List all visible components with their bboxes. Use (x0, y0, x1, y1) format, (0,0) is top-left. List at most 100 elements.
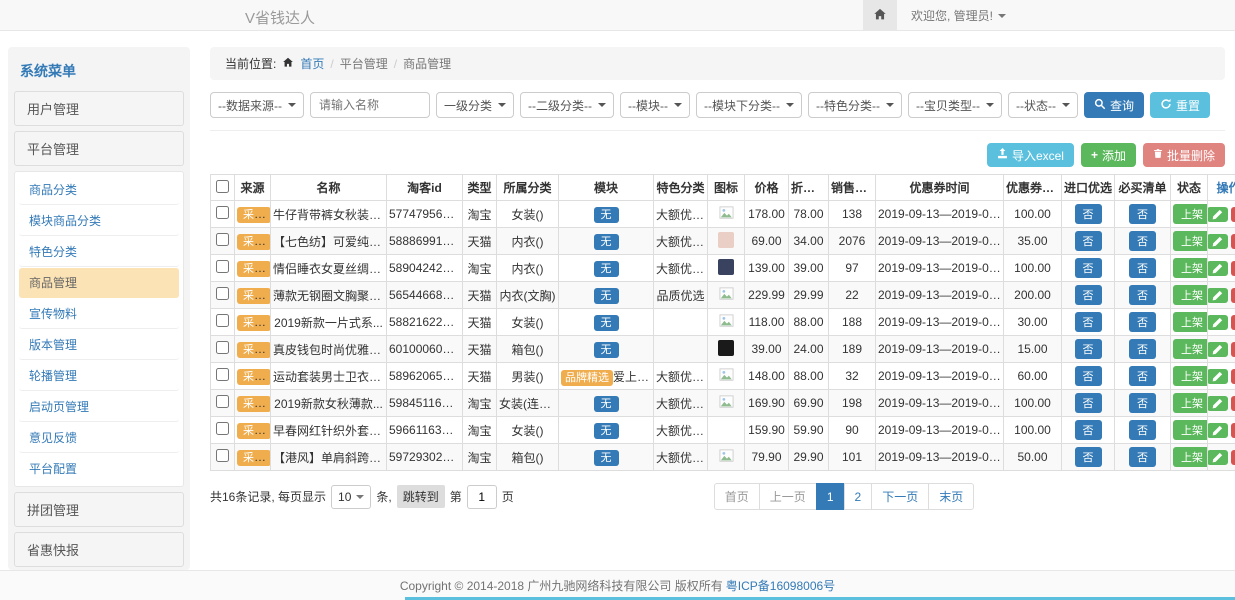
sidebar-item-0[interactable]: 用户管理 (14, 91, 184, 126)
must-buy-toggle[interactable]: 否 (1129, 393, 1156, 413)
row-checkbox[interactable] (216, 395, 229, 408)
sidebar-item-8[interactable]: 轮播管理 (19, 361, 179, 391)
sidebar-item-11[interactable]: 平台配置 (19, 454, 179, 483)
sidebar-item-2[interactable]: 商品分类 (19, 175, 179, 205)
filter-select-6[interactable]: --宝贝类型-- (908, 92, 1002, 118)
sidebar-item-3[interactable]: 模块商品分类 (19, 206, 179, 236)
must-buy-toggle[interactable]: 否 (1129, 312, 1156, 332)
sidebar-item-7[interactable]: 版本管理 (19, 330, 179, 360)
sidebar-item-6[interactable]: 宣传物料 (19, 299, 179, 329)
page-button-1[interactable]: 1 (816, 483, 845, 510)
delete-button[interactable] (1231, 396, 1235, 411)
home-button[interactable] (863, 0, 897, 31)
delete-button[interactable] (1231, 342, 1235, 357)
filter-select-7[interactable]: --状态-- (1008, 92, 1078, 118)
batch-delete-button[interactable]: 批量删除 (1143, 143, 1225, 167)
filter-select-1[interactable]: 一级分类 (436, 92, 514, 118)
must-buy-toggle[interactable]: 否 (1129, 339, 1156, 359)
edit-button[interactable] (1208, 234, 1228, 249)
row-checkbox[interactable] (216, 368, 229, 381)
import-select-toggle[interactable]: 否 (1075, 312, 1102, 332)
row-checkbox[interactable] (216, 233, 229, 246)
import-select-toggle[interactable]: 否 (1075, 339, 1102, 359)
status-button[interactable]: 上架 (1173, 339, 1208, 359)
edit-button[interactable] (1208, 207, 1228, 222)
jump-button[interactable]: 跳转到 (397, 485, 445, 508)
must-buy-toggle[interactable]: 否 (1129, 447, 1156, 467)
reset-button[interactable]: 重置 (1150, 92, 1210, 118)
row-checkbox[interactable] (216, 341, 229, 354)
page-button-末页[interactable]: 末页 (928, 483, 974, 510)
select-all-checkbox[interactable] (216, 180, 229, 193)
edit-button[interactable] (1208, 369, 1228, 384)
name-search-input[interactable] (310, 92, 430, 118)
delete-button[interactable] (1231, 234, 1235, 249)
status-button[interactable]: 上架 (1173, 366, 1208, 386)
sidebar-item-10[interactable]: 意见反馈 (19, 423, 179, 453)
icp-link[interactable]: 粤ICP备16098006号 (726, 577, 835, 594)
row-checkbox[interactable] (216, 206, 229, 219)
per-page-select[interactable]: 10 (331, 485, 371, 509)
page-number-input[interactable] (467, 485, 497, 509)
sidebar-item-1[interactable]: 平台管理 (14, 131, 184, 166)
status-button[interactable]: 上架 (1173, 447, 1208, 467)
filter-select-0[interactable]: --数据来源-- (210, 92, 304, 118)
user-menu[interactable]: 欢迎您, 管理员! (897, 7, 1020, 24)
filter-select-5[interactable]: --特色分类-- (808, 92, 902, 118)
import-select-toggle[interactable]: 否 (1075, 258, 1102, 278)
import-select-toggle[interactable]: 否 (1075, 366, 1102, 386)
status-button[interactable]: 上架 (1173, 420, 1208, 440)
delete-button[interactable] (1231, 207, 1235, 222)
import-select-toggle[interactable]: 否 (1075, 231, 1102, 251)
must-buy-toggle[interactable]: 否 (1129, 258, 1156, 278)
filter-select-3[interactable]: --模块-- (620, 92, 690, 118)
sidebar-item-12[interactable]: 拼团管理 (14, 492, 184, 527)
page-button-下一页[interactable]: 下一页 (871, 483, 929, 510)
row-checkbox[interactable] (216, 449, 229, 462)
import-excel-button[interactable]: 导入excel (987, 143, 1074, 167)
must-buy-toggle[interactable]: 否 (1129, 285, 1156, 305)
edit-button[interactable] (1208, 396, 1228, 411)
edit-button[interactable] (1208, 261, 1228, 276)
search-button[interactable]: 查询 (1084, 92, 1144, 118)
must-buy-toggle[interactable]: 否 (1129, 204, 1156, 224)
row-checkbox[interactable] (216, 314, 229, 327)
sidebar-item-4[interactable]: 特色分类 (19, 237, 179, 267)
delete-button[interactable] (1231, 369, 1235, 384)
must-buy-toggle[interactable]: 否 (1129, 420, 1156, 440)
delete-button[interactable] (1231, 315, 1235, 330)
edit-button[interactable] (1208, 315, 1228, 330)
status-button[interactable]: 上架 (1173, 258, 1208, 278)
add-button[interactable]: + 添加 (1081, 143, 1136, 167)
delete-button[interactable] (1231, 450, 1235, 465)
sidebar-item-13[interactable]: 省惠快报 (14, 532, 184, 567)
import-select-toggle[interactable]: 否 (1075, 393, 1102, 413)
sidebar-item-9[interactable]: 启动页管理 (19, 392, 179, 422)
import-select-toggle[interactable]: 否 (1075, 285, 1102, 305)
edit-button[interactable] (1208, 450, 1228, 465)
import-select-toggle[interactable]: 否 (1075, 420, 1102, 440)
status-button[interactable]: 上架 (1173, 312, 1208, 332)
row-checkbox[interactable] (216, 422, 229, 435)
must-buy-toggle[interactable]: 否 (1129, 366, 1156, 386)
delete-button[interactable] (1231, 288, 1235, 303)
edit-button[interactable] (1208, 288, 1228, 303)
row-checkbox[interactable] (216, 287, 229, 300)
breadcrumb-home-link[interactable]: 首页 (300, 55, 324, 72)
delete-button[interactable] (1231, 423, 1235, 438)
filter-select-4[interactable]: --模块下分类-- (696, 92, 802, 118)
filter-select-2[interactable]: --二级分类-- (520, 92, 614, 118)
page-button-2[interactable]: 2 (844, 483, 873, 510)
status-button[interactable]: 上架 (1173, 231, 1208, 251)
sidebar-item-5[interactable]: 商品管理 (19, 268, 179, 298)
edit-button[interactable] (1208, 423, 1228, 438)
import-select-toggle[interactable]: 否 (1075, 204, 1102, 224)
import-select-toggle[interactable]: 否 (1075, 447, 1102, 467)
status-button[interactable]: 上架 (1173, 285, 1208, 305)
edit-button[interactable] (1208, 342, 1228, 357)
delete-button[interactable] (1231, 261, 1235, 276)
row-checkbox[interactable] (216, 260, 229, 273)
must-buy-toggle[interactable]: 否 (1129, 231, 1156, 251)
status-button[interactable]: 上架 (1173, 204, 1208, 224)
status-button[interactable]: 上架 (1173, 393, 1208, 413)
